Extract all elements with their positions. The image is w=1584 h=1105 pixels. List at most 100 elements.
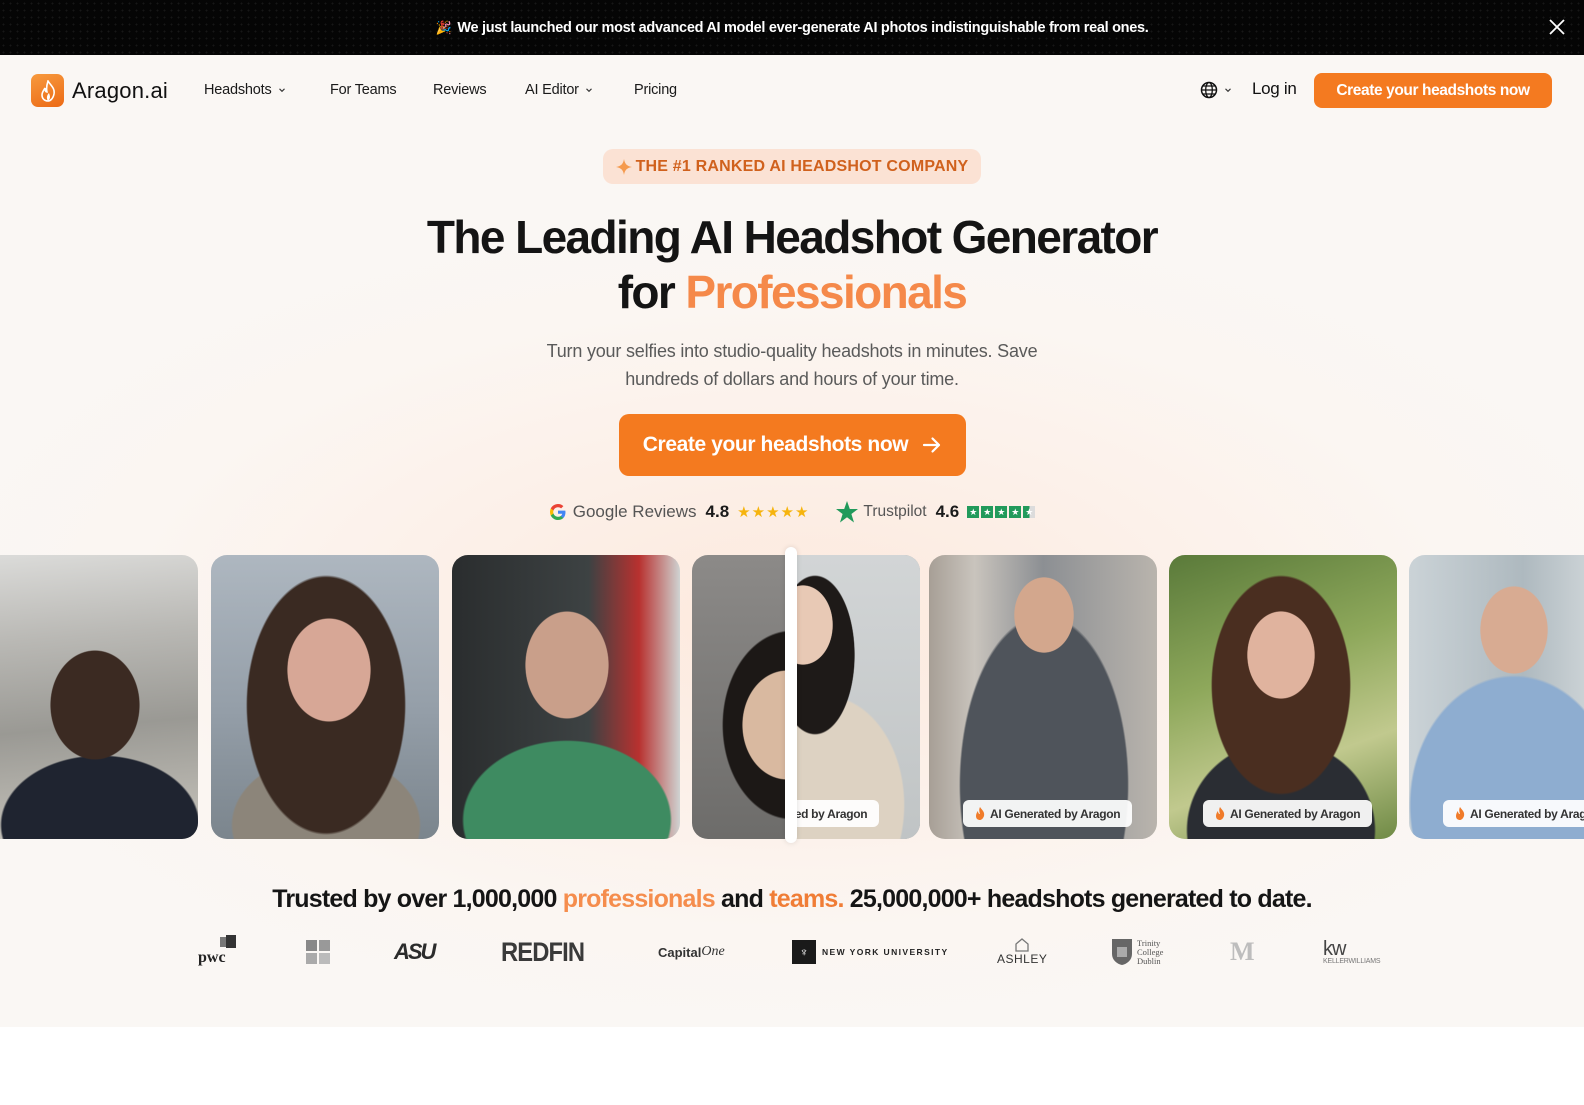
kw-sub-text: KELLERWILLIAMS [1323,957,1381,965]
star-half-icon: ★ [1023,506,1036,518]
ashley-text: ASHLEY [997,952,1048,966]
trusted-by-text: Trusted by over 1,000,000 professionals … [0,885,1584,914]
ratings-row: Google Reviews 4.8 ★★★★★ Trustpilot 4.6 … [0,500,1584,524]
nav-label: Reviews [433,82,487,98]
hero-title-line2: for Professionals [0,265,1584,319]
hero-subtitle: Turn your selfies into studio-quality he… [0,337,1584,393]
nav-label: AI Editor [525,82,579,98]
chevron-down-icon [278,88,285,93]
google-label: Google Reviews [572,502,697,521]
star-icon: ★ [995,506,1008,518]
logo-michigan: M [1230,937,1255,966]
badge-text: THE #1 RANKED AI HEADSHOT COMPANY [635,157,969,175]
close-icon[interactable] [1546,16,1568,38]
comparison-slider-handle[interactable] [785,547,797,843]
ai-generated-tag: AI Generated by Aragon [1443,800,1584,827]
kw-text: kw [1323,937,1346,960]
subtitle-line2: hundreds of dollars and hours of your ti… [625,369,959,389]
nav-ai-editor[interactable]: AI Editor [525,82,593,98]
logo-ashley: ASHLEY [997,932,1047,972]
star-icon: ★ [981,506,994,518]
logo-microsoft [306,932,330,972]
customer-logos: pwc ASU REDFIN Capital One ♆ NEW YORK UNI… [0,932,1584,972]
trustpilot-rating[interactable]: Trustpilot 4.6 ★ ★ ★ ★ ★ [835,500,1036,524]
nav-label: For Teams [330,82,397,98]
flame-icon [976,807,985,820]
tag-label: AI Generated by Aragon [990,806,1121,821]
pwc-text: pwc [198,949,226,966]
hero-title-line1: The Leading AI Headshot Generator [426,211,1159,263]
capital-text: Capital [658,944,702,960]
nav-pricing[interactable]: Pricing [634,82,677,98]
logo-text: Aragon.ai [72,77,168,103]
gallery-card-selfie [452,555,680,839]
gallery-card-ai: AI Generated by Aragon [929,555,1157,839]
top-nav: Aragon.ai Headshots For Teams Reviews AI… [0,55,1584,127]
announcement-text: We just launched our most advanced AI mo… [457,19,1149,36]
hero-create-headshots-button[interactable]: Create your headshots now [619,414,966,476]
language-selector[interactable] [1200,81,1232,99]
one-text: One [701,944,725,959]
flame-logo-icon [31,74,64,107]
gallery-card-before-after: ted by Aragon [692,555,920,839]
google-icon [549,504,566,520]
selfie-photo [0,555,198,839]
hero-section: Aragon.ai Headshots For Teams Reviews AI… [0,55,1584,1027]
google-stars: ★★★★★ [737,504,810,521]
gallery-card-selfie [211,555,439,839]
ranked-badge: THE #1 RANKED AI HEADSHOT COMPANY [603,149,981,184]
nyu-text: NEW YORK UNIVERSITY [822,947,949,957]
party-popper-icon: 🎉 [435,19,452,35]
announcement-banner: 🎉 We just launched our most advanced AI … [0,0,1584,55]
selfie-photo [452,555,680,839]
google-rating[interactable]: Google Reviews 4.8 ★★★★★ [549,502,810,522]
logo-keller-williams: kw KELLERWILLIAMS [1323,932,1381,972]
trusted-mid: and [714,885,770,913]
logo-trinity: Trinity College Dublin [1111,932,1163,972]
nav-headshots[interactable]: Headshots [204,82,286,98]
chevron-down-icon [585,88,592,93]
trinity-line: Dublin [1137,955,1161,966]
page-below-fold [0,1027,1584,1105]
ai-generated-tag: AI Generated by Aragon [963,800,1133,827]
crest-icon [1112,939,1132,965]
trustpilot-score: 4.6 [935,502,960,521]
selfie-photo [211,555,439,839]
nav-for-teams[interactable]: For Teams [330,82,397,98]
tag-label: ted by Aragon [791,806,868,821]
tag-label: AI Generated by Aragon [1230,806,1361,821]
logo-asu: ASU [394,939,436,964]
subtitle-line1: Turn your selfies into studio-quality he… [546,341,1038,361]
trusted-accent-teams: teams. [769,885,844,913]
title-accent: Professionals [685,266,967,318]
logo-redfin: REDFIN [501,936,585,967]
star-icon: ★ [967,506,980,518]
trusted-prefix: Trusted by over 1,000,000 [272,885,563,913]
logo-pwc: pwc [198,932,240,972]
ai-photo [929,555,1157,839]
ai-generated-tag: ted by Aragon [785,800,880,827]
logo-capital-one: Capital One [658,932,725,972]
trustpilot-stars: ★ ★ ★ ★ ★ [967,506,1036,518]
ai-generated-tag: AI Generated by Aragon [1203,800,1373,827]
house-icon [1015,938,1029,952]
ai-photo [1169,555,1397,839]
flame-icon [1456,807,1465,820]
flame-icon [1216,807,1225,820]
star-icon: ★ [1009,506,1022,518]
gallery-card-ai: AI Generated by Aragon [1409,555,1584,839]
trusted-accent-professionals: professionals [562,885,716,913]
chevron-down-icon [1225,88,1231,93]
globe-icon [1200,81,1218,99]
ai-half-photo [785,555,920,839]
nav-reviews[interactable]: Reviews [433,82,487,98]
nav-create-headshots-button[interactable]: Create your headshots now [1314,73,1552,108]
torch-icon: ♆ [792,940,816,964]
nav-label: Pricing [634,82,677,98]
arrow-right-icon [923,437,941,453]
logo-nyu: ♆ NEW YORK UNIVERSITY [792,932,949,972]
logo[interactable]: Aragon.ai [31,74,168,107]
google-score: 4.8 [705,502,730,521]
trustpilot-label: Trustpilot [863,503,927,520]
login-link[interactable]: Log in [1252,79,1297,99]
